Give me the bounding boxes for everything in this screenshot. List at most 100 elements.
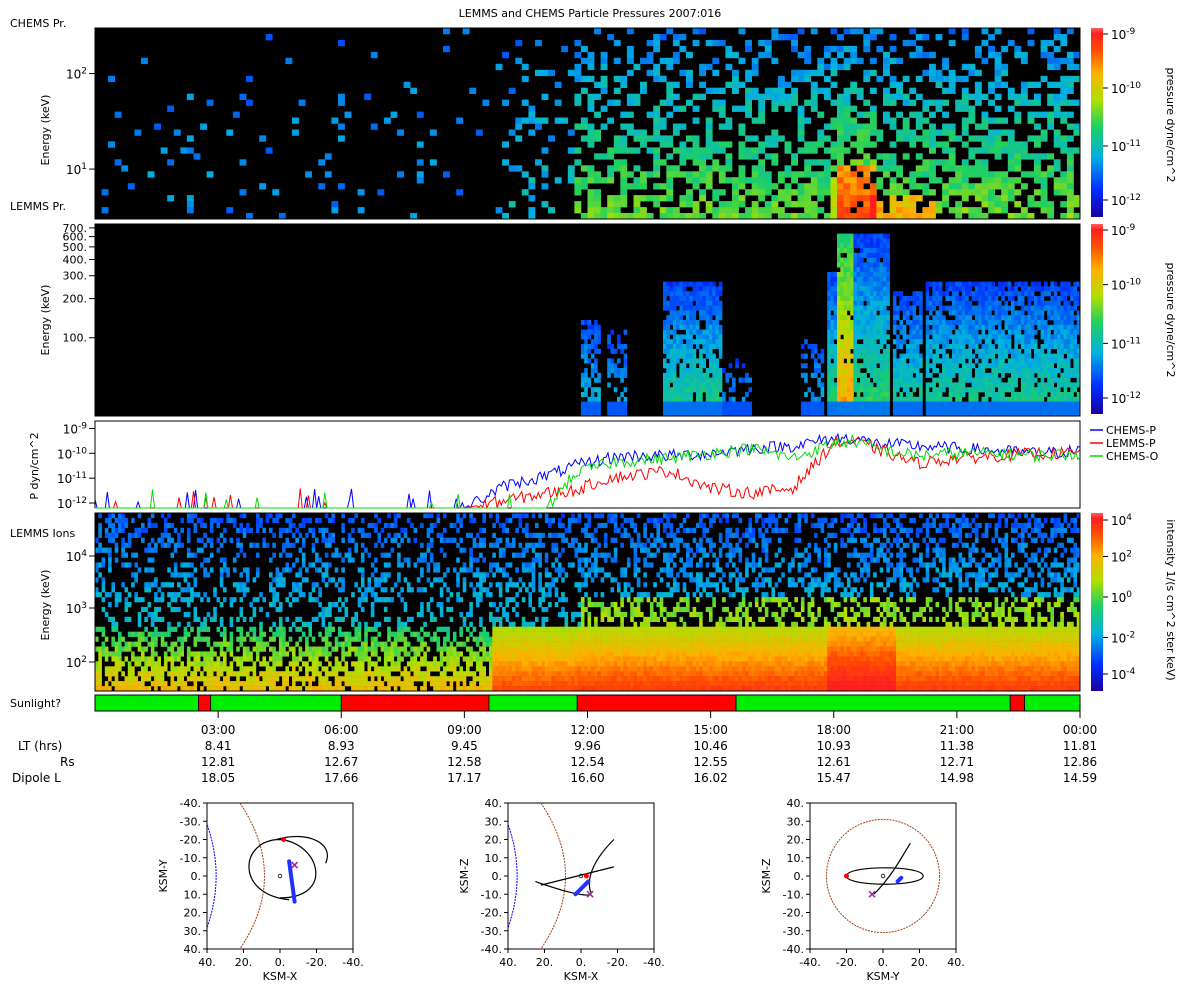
- orbit-3-ytick-2: 20.: [787, 834, 805, 847]
- lemms-pressure-ytick-6: 100.: [63, 332, 88, 345]
- sunlight-segment-3: [340, 694, 490, 712]
- time-row-0-value-4: 10.46: [693, 739, 727, 753]
- orbit-plot-3: 40. 30. 20. 10. 0. -10. -20. -30. -40.-40. -20. 0.…: [760, 797, 965, 983]
- orbit-2-xtick-2: 0.: [576, 956, 587, 969]
- sunlight-segment-4: [488, 694, 578, 712]
- legend-label-0: CHEMS-P: [1106, 424, 1156, 437]
- time-row-2-value-1: 17.66: [324, 771, 358, 785]
- chems-ytick-1: 102: [66, 67, 87, 82]
- time-row-label-0: LT (hrs): [18, 739, 62, 753]
- time-row-0-value-3: 9.96: [574, 739, 601, 753]
- chems-colorbar-ticks: 10-9 10-10 10-11 10-12: [1103, 27, 1141, 208]
- chems-cbar-tick-1: 10-10: [1111, 81, 1141, 96]
- orbit-2-ytick-7: -30.: [481, 925, 502, 938]
- lemms-pressure-ytick-2: 500.: [63, 241, 88, 254]
- orbit-3-ytick-6: -20.: [783, 907, 804, 920]
- orbit-2-ylabel: KSM-Z: [458, 858, 471, 894]
- orbit-2-ytick-1: 30.: [485, 815, 503, 828]
- pressure-ytick-2: 10-11: [57, 471, 87, 486]
- lemms-pressure-label: LEMMS Pr.: [10, 200, 66, 213]
- sunlight-segment-8: [1024, 694, 1081, 712]
- lemms-ions-cbar-tick-3: 10-2: [1111, 631, 1135, 646]
- lemms-ions-cbar-tick-1: 102: [1111, 550, 1132, 565]
- lemms-pressure-cbar-tick-0: 10-9: [1111, 223, 1136, 238]
- lemms-ions-ylabel: Energy (keV): [39, 570, 52, 641]
- orbit-1-ytick-7: 30.: [184, 925, 202, 938]
- lemms-ions-label: LEMMS Ions: [10, 527, 75, 540]
- orbit-3-xtick-1: -20.: [836, 956, 857, 969]
- lemms-ions-cbar-tick-2: 100: [1111, 590, 1132, 605]
- pressure-ytick-0: 10-9: [63, 421, 88, 436]
- lemms-ions-colorbar-label: intensity 1/(s cm^2 ster keV): [1164, 519, 1177, 680]
- chems-ylabel: Energy (keV): [39, 95, 52, 166]
- lemms-pressure-colorbar-ticks: 10-9 10-10 10-11 10-12: [1103, 223, 1141, 406]
- lemms-ions-cbar-tick-0: 104: [1111, 513, 1132, 528]
- lemms-ions-yticks: 104 103 102: [66, 549, 95, 670]
- chems-cbar-tick-3: 10-12: [1111, 193, 1141, 208]
- lemms-ions-colorbar: [1091, 513, 1103, 691]
- lemms-ions-colorbar-ticks: 104 102 100 10-2 10-4: [1103, 513, 1136, 682]
- orbit-3-ytick-4: 0.: [794, 870, 805, 883]
- pressure-ytick-3: 10-12: [57, 496, 87, 511]
- orbit-plot-1: -40. -30. -20. -10. 0. 10. 20. 30. 40.40. 20. 0. -2…: [157, 797, 364, 983]
- orbit-2-ytick-4: 0.: [492, 870, 503, 883]
- lemms-pressure-colorbar-label: pressure dyne/cm^2: [1164, 263, 1177, 378]
- orbit-1-xtick-1: 20.: [235, 956, 253, 969]
- orbit-2-xtick-1: 20.: [536, 956, 554, 969]
- time-row-2-value-4: 16.02: [693, 771, 727, 785]
- sunlight-panel: Sunlight?: [10, 694, 1081, 712]
- orbit-1-start-marker: [281, 837, 287, 842]
- orbit-3-xtick-2: 0.: [878, 956, 889, 969]
- chems-panel: CHEMS Pr. LEMMS Pr. Energy (keV) 101102 …: [10, 17, 1177, 220]
- orbit-2-xtick-3: -20.: [607, 956, 628, 969]
- time-axis: 03:00 06:00 09:00 12:00 15:00 18:00 21:00 00:00…: [12, 711, 1097, 785]
- orbit-2-start-marker: [583, 873, 589, 879]
- time-tick-2: 09:00: [447, 723, 482, 737]
- orbit-2-ytick-2: 20.: [485, 834, 503, 847]
- orbit-2-xtick-4: -40.: [643, 956, 664, 969]
- orbit-plots: -40. -30. -20. -10. 0. 10. 20. 30. 40. 40. 20. 0. -2…: [157, 797, 965, 983]
- orbit-3-day-segment: [895, 875, 904, 884]
- orbit-2-ytick-0: 40.: [485, 797, 503, 810]
- lemms-pressure-colorbar: [1091, 224, 1103, 414]
- lemms-pressure-cbar-tick-2: 10-11: [1111, 336, 1141, 351]
- time-row-2-value-2: 17.17: [447, 771, 481, 785]
- pressure-lines-plot: [94, 420, 1081, 509]
- orbit-2-ytick-3: 10.: [485, 852, 503, 865]
- time-tick-4: 15:00: [693, 723, 728, 737]
- lemms-pressure-yticks: 700.600.500.400.300.200.100.: [63, 222, 95, 345]
- orbit-3-ytick-3: 10.: [787, 852, 805, 865]
- orbit-2-ytick-6: -20.: [481, 907, 502, 920]
- lemms-pressure-cbar-tick-3: 10-12: [1111, 391, 1141, 406]
- orbit-1-ytick-4: 0.: [191, 870, 202, 883]
- time-row-2-value-6: 14.98: [940, 771, 974, 785]
- chems-colorbar: [1091, 28, 1103, 217]
- orbit-1-ytick-0: -40.: [180, 797, 201, 810]
- orbit-3-ytick-5: -10.: [783, 888, 804, 901]
- legend-label-2: CHEMS-O: [1106, 450, 1159, 463]
- pressure-ytick-1: 10-10: [57, 446, 87, 461]
- time-row-2-value-7: 14.59: [1063, 771, 1097, 785]
- time-row-0-value-2: 9.45: [451, 739, 478, 753]
- orbit-3-ytick-7: -30.: [783, 925, 804, 938]
- orbit-3-ytick-0: 40.: [787, 797, 805, 810]
- time-row-2-value-5: 15.47: [817, 771, 851, 785]
- orbit-plot-2: 40.30.20.10.0.-10.-20.-30.-40.40. 20. 0. -2…: [458, 797, 665, 983]
- pressure-legend: CHEMS-PLEMMS-PCHEMS-O: [1090, 424, 1159, 463]
- orbit-1-xlabel: KSM-X: [263, 970, 298, 983]
- orbit-1-ytick-8: 40.: [184, 943, 202, 956]
- lemms-ions-cbar-tick-4: 10-4: [1111, 667, 1136, 682]
- legend-label-1: LEMMS-P: [1106, 437, 1156, 450]
- pressure-lines-panel: P dyn/cm^2 10-9 10-10 10-11 10-12 CHEMS-PLE…: [28, 420, 1159, 511]
- orbit-3-start-marker: [844, 873, 849, 879]
- time-row-1-value-3: 12.54: [570, 755, 604, 769]
- orbit-2-xlabel: KSM-X: [564, 970, 599, 983]
- lemms-pressure-ytick-3: 400.: [63, 253, 88, 266]
- time-row-1-value-1: 12.67: [324, 755, 358, 769]
- orbit-3-ytick-1: 30.: [787, 815, 805, 828]
- chems-yticks: 101 102: [66, 67, 95, 177]
- pressure-lines-ylabel: P dyn/cm^2: [28, 432, 41, 499]
- sunlight-segment-6: [735, 694, 1011, 712]
- orbit-3-xlabel: KSM-Y: [866, 970, 899, 983]
- time-row-2-value-3: 16.60: [570, 771, 604, 785]
